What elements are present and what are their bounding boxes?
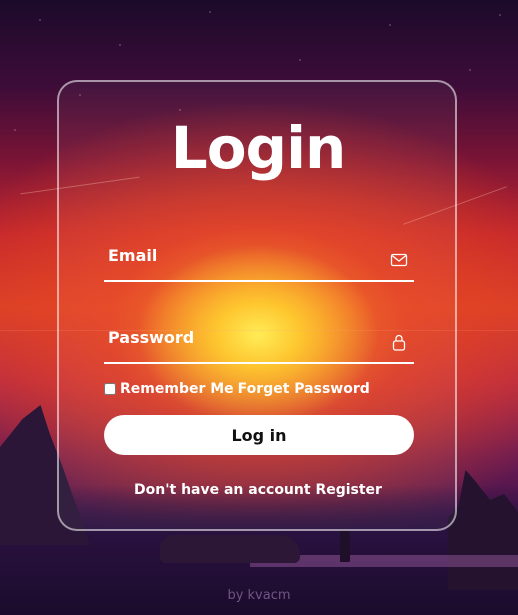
- forget-password-link[interactable]: Forget Password: [238, 381, 370, 397]
- login-title: Login: [170, 114, 347, 182]
- background-scene: Login Email Password Remember Me Forget …: [0, 0, 518, 615]
- email-field[interactable]: Email: [104, 240, 414, 282]
- vehicle-silhouette: [160, 535, 300, 563]
- password-input[interactable]: [108, 322, 382, 358]
- lock-icon: [390, 333, 408, 351]
- footer-credit: by kvacm: [227, 588, 291, 603]
- login-card: Login Email Password Remember Me Forget …: [57, 80, 457, 531]
- remember-row: Remember Me Forget Password: [104, 380, 414, 398]
- register-prompt: Don't have an account: [134, 482, 311, 498]
- password-field[interactable]: Password: [104, 322, 414, 364]
- register-row: Don't have an account Register: [59, 482, 457, 498]
- remember-me-label[interactable]: Remember Me: [120, 381, 234, 397]
- remember-me-checkbox[interactable]: [104, 383, 116, 395]
- login-button[interactable]: Log in: [104, 415, 414, 455]
- email-input[interactable]: [108, 240, 382, 276]
- person-silhouette: [340, 530, 350, 562]
- envelope-icon: [390, 251, 408, 269]
- register-link[interactable]: Register: [315, 482, 382, 498]
